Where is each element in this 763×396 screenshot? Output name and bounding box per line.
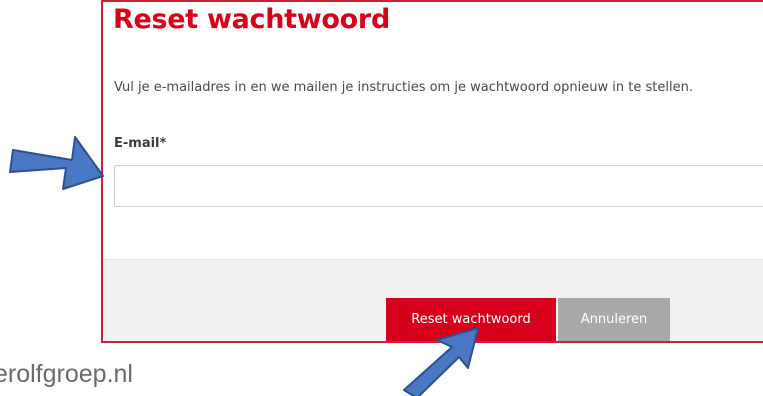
reset-password-button[interactable]: Reset wachtwoord bbox=[386, 298, 556, 341]
site-domain-text: erolfgroep.nl bbox=[0, 360, 133, 388]
reset-password-dialog: Reset wachtwoord Vul je e-mailadres in e… bbox=[101, 0, 763, 343]
screenshot-stage: Reset wachtwoord Vul je e-mailadres in e… bbox=[0, 0, 763, 396]
email-label: E-mail* bbox=[114, 136, 167, 151]
dialog-description: Vul je e-mailadres in en we mailen je in… bbox=[114, 80, 693, 95]
cancel-button[interactable]: Annuleren bbox=[558, 298, 670, 341]
dialog-title: Reset wachtwoord bbox=[113, 4, 390, 35]
arrow-right-icon bbox=[9, 136, 104, 190]
email-input[interactable] bbox=[114, 165, 763, 207]
